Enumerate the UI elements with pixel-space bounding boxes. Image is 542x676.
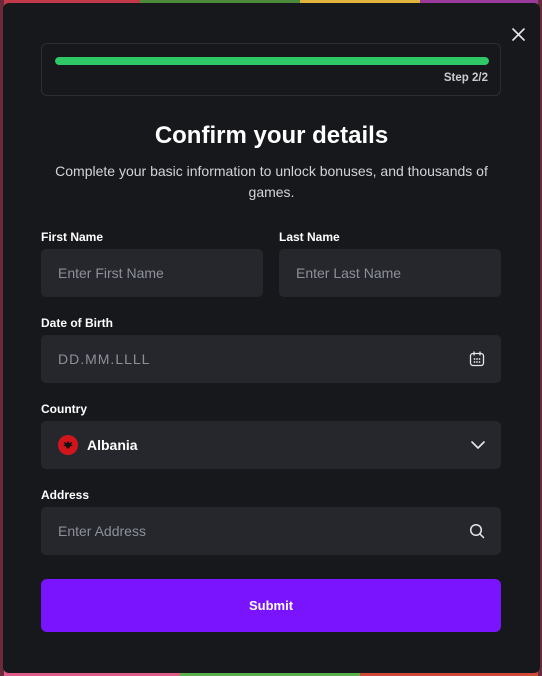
close-button[interactable] xyxy=(508,27,528,47)
country-label: Country xyxy=(41,402,87,416)
dob-input[interactable] xyxy=(58,351,469,367)
last-name-input[interactable] xyxy=(296,265,485,281)
dob-field-wrapper xyxy=(41,335,501,383)
last-name-field-wrapper xyxy=(279,249,501,297)
search-icon[interactable] xyxy=(469,523,485,539)
progress-bar xyxy=(55,57,489,65)
progress-bar-fill xyxy=(55,57,489,65)
last-name-label: Last Name xyxy=(279,230,340,244)
calendar-icon[interactable] xyxy=(469,351,485,367)
first-name-field-wrapper xyxy=(41,249,263,297)
country-select[interactable]: Albania xyxy=(41,421,501,469)
step-indicator: Step 2/2 xyxy=(443,72,488,84)
address-input[interactable] xyxy=(58,523,469,539)
chevron-down-icon xyxy=(471,441,485,449)
close-icon xyxy=(511,28,525,46)
first-name-input[interactable] xyxy=(58,265,247,281)
details-modal: Step 2/2 Confirm your details Complete y… xyxy=(3,3,540,673)
address-label: Address xyxy=(41,488,90,502)
first-name-label: First Name xyxy=(41,230,104,244)
country-selected-value: Albania xyxy=(87,437,138,453)
page-subtitle: Complete your basic information to unloc… xyxy=(55,163,488,200)
submit-button[interactable]: Submit xyxy=(41,579,501,632)
page-title: Confirm your details xyxy=(154,122,389,149)
address-field-wrapper xyxy=(41,507,501,555)
dob-label: Date of Birth xyxy=(41,316,113,330)
progress-card: Step 2/2 xyxy=(41,43,501,96)
albania-flag-icon xyxy=(58,435,78,455)
